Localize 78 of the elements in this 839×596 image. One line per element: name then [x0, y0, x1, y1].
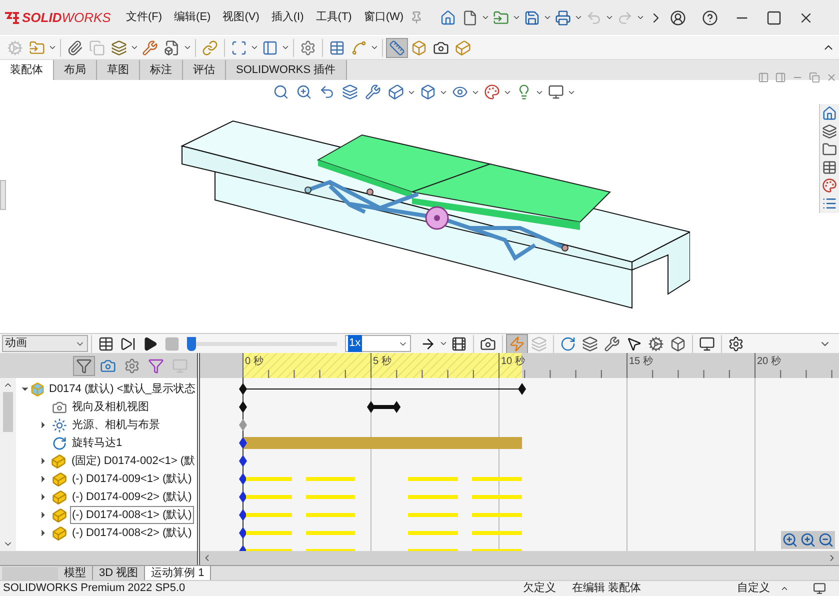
part-icon: [52, 526, 66, 540]
zoom-in-icon[interactable]: [800, 532, 816, 548]
caret-icon[interactable]: [512, 13, 521, 22]
command-tab[interactable]: SOLIDWORKS 插件: [226, 60, 347, 80]
units-caret-icon[interactable]: [780, 584, 789, 593]
study-type-dropdown[interactable]: 动画: [2, 335, 88, 352]
caret-icon[interactable]: [281, 43, 290, 52]
tile-left-icon[interactable]: [758, 72, 769, 83]
caret-icon[interactable]: [130, 43, 139, 52]
caret-icon[interactable]: [183, 43, 192, 52]
tree-item[interactable]: (固定) D0174-002<1> (默: [70, 452, 197, 470]
panel-handle[interactable]: [0, 180, 6, 210]
tree-item[interactable]: (-) D0174-008<1> (默认): [70, 506, 194, 524]
caret-icon[interactable]: [370, 43, 379, 52]
command-tab[interactable]: 草图: [97, 60, 140, 80]
menu-item[interactable]: 工具(T): [316, 9, 352, 26]
menu-item[interactable]: 窗口(W): [364, 9, 404, 26]
time-label: 0 秒: [245, 354, 264, 369]
scroll-thumb[interactable]: [3, 392, 13, 432]
part-icon: [52, 490, 66, 504]
ruler-icon[interactable]: [386, 38, 408, 58]
part-icon: [52, 472, 66, 486]
tree-item[interactable]: 光源、相机与布景: [70, 416, 162, 434]
menu-item[interactable]: 编辑(E): [174, 9, 211, 26]
table-icon[interactable]: [822, 160, 837, 175]
horizontal-scrollbar[interactable]: [0, 551, 197, 565]
product-version: SOLIDWORKS Premium 2022 SP5.0: [3, 581, 186, 596]
slider-thumb[interactable]: [187, 336, 196, 350]
rebuild-icon[interactable]: [813, 582, 826, 595]
caret-icon[interactable]: [542, 13, 552, 22]
caret-icon[interactable]: [480, 13, 490, 22]
caret-icon[interactable]: [439, 339, 448, 348]
zoom-out-icon[interactable]: [818, 532, 834, 548]
command-tab[interactable]: 标注: [140, 60, 183, 80]
app-logo: SOLIDWORKS: [22, 8, 112, 27]
command-tab[interactable]: 装配体: [0, 60, 54, 80]
caret-icon[interactable]: [250, 43, 259, 52]
sheet-tab[interactable]: 运动算例 1: [145, 566, 212, 580]
tree-item[interactable]: (-) D0174-009<1> (默认): [70, 470, 194, 488]
part-icon: [51, 454, 66, 468]
folder-icon[interactable]: [822, 142, 837, 157]
menu-item[interactable]: 文件(F): [126, 9, 162, 26]
horizontal-scrollbar[interactable]: [200, 551, 839, 565]
tree-item[interactable]: 旋转马达1: [70, 434, 124, 452]
caret-icon[interactable]: [48, 43, 57, 52]
assembly-icon: [30, 382, 45, 396]
vertical-scrollbar[interactable]: [0, 378, 16, 551]
caret-icon[interactable]: [604, 13, 614, 22]
sheet-tab[interactable]: 模型: [58, 566, 93, 580]
home-icon[interactable]: [822, 106, 837, 121]
menu-item[interactable]: 插入(I): [271, 9, 304, 26]
tile-right-icon[interactable]: [775, 72, 786, 83]
time-label: 15 秒: [629, 354, 653, 369]
definition-state: 欠定义: [522, 580, 556, 596]
logo-icon: [4, 10, 20, 24]
command-tab[interactable]: 评估: [183, 60, 226, 80]
command-tab[interactable]: 布局: [54, 60, 97, 80]
restore-icon[interactable]: [809, 72, 820, 83]
units-label: 自定义: [737, 580, 770, 596]
caret-icon[interactable]: [574, 13, 583, 22]
time-label: 5 秒: [373, 354, 392, 369]
camera-icon: [52, 400, 66, 414]
tree-item[interactable]: (-) D0174-008<2> (默认): [70, 524, 194, 542]
time-label: 10 秒: [501, 354, 525, 369]
timebar-slider[interactable]: [187, 336, 337, 350]
menu-item[interactable]: 视图(V): [222, 9, 260, 26]
sheet-tab[interactable]: 3D 视图: [93, 566, 146, 580]
tree-item[interactable]: (-) D0174-009<2> (默认): [70, 488, 194, 506]
tree-item[interactable]: D0174 (默认) <默认_显示状态: [47, 380, 197, 398]
appearance-icon[interactable]: [822, 178, 837, 193]
tree-item[interactable]: 视向及相机视图: [70, 398, 151, 416]
time-label: 20 秒: [757, 354, 781, 369]
filter-icon[interactable]: [73, 356, 95, 376]
caret-icon[interactable]: [636, 13, 645, 22]
list-icon[interactable]: [822, 196, 837, 211]
edit-mode: 在编辑 装配体: [572, 581, 641, 596]
playback-speed-dropdown[interactable]: 1x: [345, 335, 411, 352]
part-icon: [52, 508, 66, 522]
